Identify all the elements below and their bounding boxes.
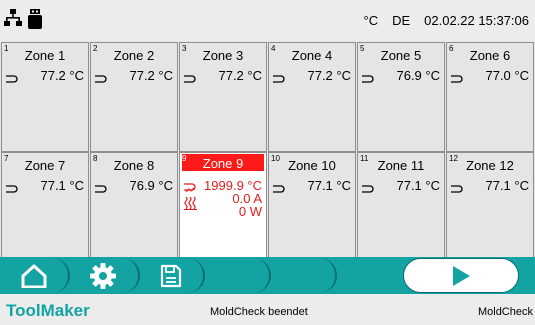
zone-title: Zone 5 xyxy=(380,48,422,63)
zone-temperature: 77.2 °C xyxy=(307,68,351,83)
zone-title: Zone 7 xyxy=(24,158,66,173)
zone-power: 0 W xyxy=(238,204,262,219)
network-icon xyxy=(4,9,22,32)
zone-temperature: 77.1 °C xyxy=(485,178,529,193)
gear-icon xyxy=(90,262,116,289)
home-icon xyxy=(21,264,47,288)
zone-tile-9-alarm[interactable]: 9 Zone 9 1999.9 °C 0.0 A 0 W xyxy=(179,152,267,262)
zone-tile-2[interactable]: 2 Zone 2 77.2 °C xyxy=(90,42,178,152)
status-area: °C DE 02.02.22 15:37:06 xyxy=(364,13,530,28)
start-button[interactable] xyxy=(403,258,519,293)
mode-label: MoldCheck xyxy=(477,306,533,318)
usb-drive-icon xyxy=(28,9,42,34)
zone-tile-4[interactable]: 4 Zone 4 77.2 °C xyxy=(268,42,356,152)
arrow-right-icon xyxy=(273,70,285,88)
zone-tile-1[interactable]: 1 Zone 1 77.2 °C xyxy=(1,42,89,152)
zone-title: Zone 6 xyxy=(469,48,511,63)
zone-temperature: 77.1 °C xyxy=(396,178,440,193)
empty-nav-button-2[interactable] xyxy=(269,258,337,293)
zone-title: Zone 2 xyxy=(113,48,155,63)
arrow-right-icon xyxy=(6,180,18,198)
zone-title: Zone 12 xyxy=(466,158,514,173)
arrow-right-icon xyxy=(273,180,285,198)
zone-title: Zone 10 xyxy=(288,158,336,173)
zone-tile-12[interactable]: 12 Zone 12 77.1 °C xyxy=(446,152,534,262)
zone-grid: 1 Zone 1 77.2 °C 2 Zone 2 77.2 °C 3 Zone… xyxy=(0,41,535,263)
zone-tile-10[interactable]: 10 Zone 10 77.1 °C xyxy=(268,152,356,262)
home-button[interactable] xyxy=(0,258,70,293)
zone-tile-3[interactable]: 3 Zone 3 77.2 °C xyxy=(179,42,267,152)
zone-title: Zone 4 xyxy=(291,48,333,63)
zone-title: Zone 1 xyxy=(24,48,66,63)
time-label: 15:37:06 xyxy=(478,13,529,28)
datetime: 02.02.22 15:37:06 xyxy=(424,13,529,28)
arrow-right-icon xyxy=(184,70,196,88)
navigation-bar xyxy=(0,257,535,294)
zone-tile-7[interactable]: 7 Zone 7 77.1 °C xyxy=(1,152,89,262)
footer-bar: ToolMaker MoldCheck beendet MoldCheck xyxy=(0,294,535,325)
arrow-right-icon xyxy=(451,70,463,88)
zone-temperature: 77.2 °C xyxy=(129,68,173,83)
date-label: 02.02.22 xyxy=(424,13,475,28)
language-label[interactable]: DE xyxy=(392,13,410,28)
zone-title: Zone 8 xyxy=(113,158,155,173)
zone-title: Zone 3 xyxy=(202,48,244,63)
zone-tile-6[interactable]: 6 Zone 6 77.0 °C xyxy=(446,42,534,152)
zone-temperature: 76.9 °C xyxy=(129,178,173,193)
empty-nav-button-1[interactable] xyxy=(203,258,271,293)
arrow-right-icon xyxy=(362,180,374,198)
arrow-right-icon xyxy=(95,70,107,88)
zone-tile-8[interactable]: 8 Zone 8 76.9 °C xyxy=(90,152,178,262)
zone-title: Zone 9 xyxy=(202,156,244,171)
zone-temperature: 77.2 °C xyxy=(218,68,262,83)
zone-tile-5[interactable]: 5 Zone 5 76.9 °C xyxy=(357,42,445,152)
zone-temperature: 76.9 °C xyxy=(396,68,440,83)
zone-title: Zone 11 xyxy=(377,158,425,173)
arrow-right-icon xyxy=(451,180,463,198)
zone-temperature: 77.0 °C xyxy=(485,68,529,83)
status-message: MoldCheck beendet xyxy=(210,306,308,318)
arrow-right-icon xyxy=(6,70,18,88)
arrow-right-icon xyxy=(362,70,374,88)
save-button[interactable] xyxy=(138,258,205,293)
heater-icon xyxy=(184,196,198,215)
arrow-right-icon xyxy=(95,180,107,198)
settings-button[interactable] xyxy=(68,258,140,293)
play-icon xyxy=(453,265,470,286)
zone-temperature: 77.1 °C xyxy=(307,178,351,193)
zone-temperature: 77.1 °C xyxy=(40,178,84,193)
save-icon xyxy=(160,264,181,287)
zone-tile-11[interactable]: 11 Zone 11 77.1 °C xyxy=(357,152,445,262)
brand-logo: ToolMaker xyxy=(6,301,90,320)
top-status-bar: °C DE 02.02.22 15:37:06 xyxy=(0,0,535,41)
zone-temperature: 77.2 °C xyxy=(40,68,84,83)
unit-label[interactable]: °C xyxy=(364,13,379,28)
